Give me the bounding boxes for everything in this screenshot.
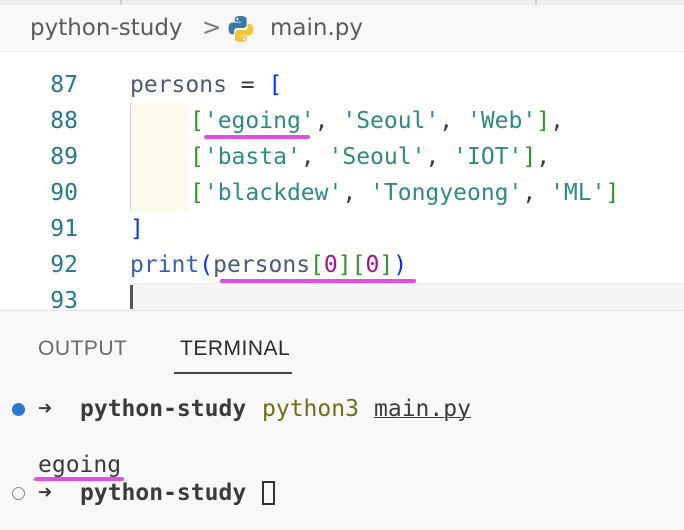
code-line: 92 print(persons[0][0]) — [0, 247, 684, 283]
bracket: ) — [393, 252, 408, 278]
line-number: 93 — [50, 288, 78, 310]
string-literal: 'egoing' — [203, 108, 315, 134]
function-name: print — [130, 252, 200, 278]
python-icon — [228, 16, 254, 42]
code-line: 93 — [0, 283, 684, 310]
string-literal: 'IOT' — [453, 144, 523, 170]
bracket: ] — [379, 252, 394, 278]
line-number: 92 — [50, 252, 78, 278]
punctuation: , — [522, 180, 551, 206]
bracket: ] — [337, 252, 352, 278]
bracket: [ — [351, 252, 366, 278]
tab-divider — [120, 0, 122, 5]
terminal-command: python3 — [262, 396, 359, 422]
bottom-panel: OUTPUT TERMINAL ➜ python-study python3 m… — [0, 310, 684, 530]
prompt-directory: python-study — [80, 396, 247, 422]
bracket: [ — [190, 144, 204, 170]
prompt-arrow-icon: ➜ — [38, 396, 52, 422]
line-number: 88 — [50, 108, 78, 134]
operator: = — [226, 72, 269, 98]
code-text: ['blackdew', 'Tongyeong', 'ML'] — [190, 175, 619, 211]
terminal-prompt-line: ➜ python-study — [0, 475, 684, 511]
string-literal: 'basta' — [203, 144, 301, 170]
prompt-arrow-icon: ➜ — [38, 480, 52, 506]
prompt-directory: python-study — [80, 480, 247, 506]
number-literal: 0 — [365, 252, 380, 278]
string-literal: 'Web' — [466, 108, 537, 134]
bracket: [ — [190, 180, 204, 206]
code-line: 89 ['basta', 'Seoul', 'IOT'], — [0, 139, 684, 175]
code-line: 91 ] — [0, 211, 684, 247]
terminal-argument[interactable]: main.py — [374, 391, 471, 427]
line-number: 86 — [0, 52, 78, 62]
code-text: ['egoing', 'Seoul', 'Web'], — [190, 103, 564, 139]
tab-output[interactable]: OUTPUT — [38, 335, 127, 363]
bracket: ( — [199, 252, 214, 278]
terminal-cursor[interactable] — [262, 481, 275, 505]
punctuation: , — [536, 144, 551, 170]
breadcrumb-file[interactable]: main.py — [270, 14, 363, 42]
string-literal: 'Tongyeong' — [370, 180, 523, 206]
punctuation: , — [300, 144, 329, 170]
punctuation: , — [550, 108, 564, 134]
punctuation: , — [342, 180, 371, 206]
tab-strip-edge — [0, 0, 684, 5]
punctuation: , — [425, 144, 454, 170]
string-literal: 'Seoul' — [342, 108, 440, 134]
terminal-command-line: ➜ python-study python3 main.py — [0, 391, 684, 427]
variable: persons — [213, 252, 311, 278]
code-text: print(persons[0][0]) — [130, 247, 407, 283]
string-literal: 'ML' — [550, 180, 606, 206]
breadcrumb: python-study > main.py — [0, 0, 684, 52]
bracket: ] — [605, 180, 620, 206]
code-line: 90 ['blackdew', 'Tongyeong', 'ML'] — [0, 175, 684, 211]
tab-terminal[interactable]: TERMINAL — [180, 335, 290, 363]
bracket: [ — [268, 72, 283, 98]
tab-divider — [535, 0, 537, 5]
bracket: [ — [310, 252, 324, 278]
code-text: ['basta', 'Seoul', 'IOT'], — [190, 139, 550, 175]
code-editor[interactable]: 86 87 persons = [ 88 ['egoing', 'Seoul',… — [0, 52, 684, 310]
line-number: 89 — [50, 144, 78, 170]
active-tab-indicator — [174, 372, 292, 374]
line-number: 87 — [50, 72, 78, 98]
bracket: ] — [130, 216, 144, 242]
variable: persons — [130, 72, 227, 98]
bracket: [ — [190, 108, 204, 134]
number-literal: 0 — [323, 252, 338, 278]
punctuation: , — [314, 108, 343, 134]
bracket: ] — [522, 144, 537, 170]
bracket: ] — [536, 108, 551, 134]
punctuation: , — [439, 108, 467, 134]
code-text: ] — [130, 211, 144, 247]
string-literal: 'Seoul' — [328, 144, 426, 170]
breadcrumb-folder[interactable]: python-study — [30, 14, 183, 42]
code-line: 88 ['egoing', 'Seoul', 'Web'], — [0, 103, 684, 139]
code-text: persons = [ — [130, 67, 282, 103]
line-number: 91 — [50, 216, 78, 242]
breadcrumb-separator: > — [202, 15, 222, 41]
string-literal: 'blackdew' — [203, 180, 343, 206]
line-number: 90 — [50, 180, 78, 206]
code-line: 87 persons = [ — [0, 67, 684, 103]
